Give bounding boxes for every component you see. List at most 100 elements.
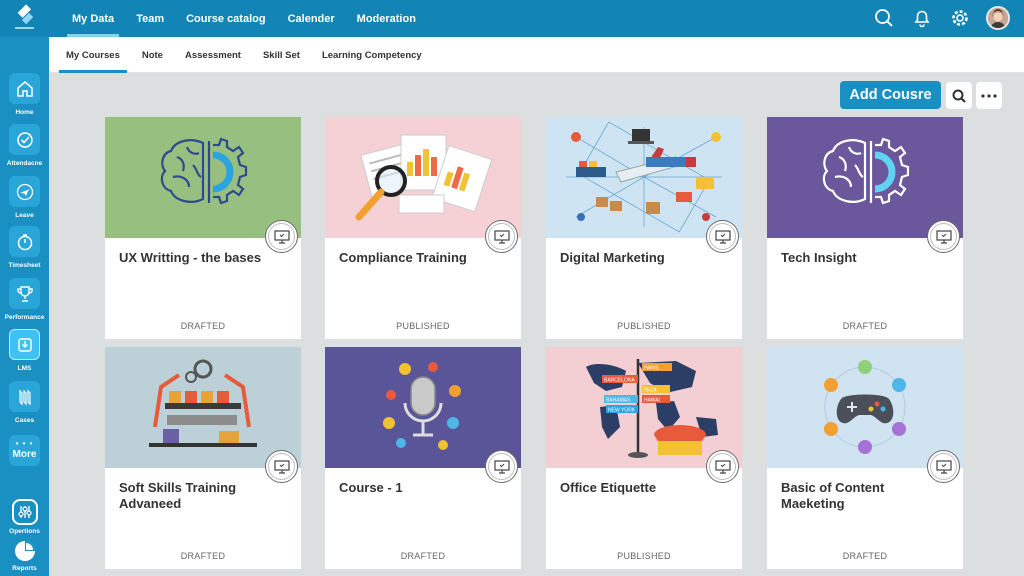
course-card[interactable]: Digital Marketing PUBLISHED [546,117,742,339]
signpost-bahamas: BAHAMAS [606,398,631,404]
topnav-my-data[interactable]: My Data [61,0,125,37]
signpost-paris: PARIS [644,366,659,372]
course-card[interactable]: Soft Skills Training Advaneed DRAFTED [105,347,301,569]
tab-assessment[interactable]: Assessment [174,37,252,73]
course-status: PUBLISHED [617,321,671,331]
more-options-button[interactable] [976,82,1002,109]
rail-item-cases[interactable]: Cases [0,381,49,424]
course-card[interactable]: PARIS BARCELONA IBIZA BAHAMAS HAWAI NEW … [546,347,742,569]
course-type-badge [706,220,739,253]
course-thumbnail [767,347,963,468]
course-type-badge [485,450,518,483]
left-rail: Home Attendacne Leave Timesheet Performa… [0,0,49,576]
timer-icon [9,226,40,257]
course-type-badge [485,220,518,253]
rail-item-lms[interactable]: LMS [0,329,49,372]
course-status: DRAFTED [842,551,888,561]
course-card[interactable]: Compliance Training PUBLISHED [325,117,521,339]
rail-item-attendance[interactable]: Attendacne [0,124,49,167]
topnav-course-catalog[interactable]: Course catalog [175,0,276,37]
trophy-icon [9,278,40,309]
course-type-badge [706,450,739,483]
tab-learning-competency[interactable]: Learning Competency [311,37,433,73]
top-icons [872,6,1010,30]
rail-item-timesheet[interactable]: Timesheet [0,226,49,269]
download-icon [9,329,40,360]
rail-item-operations[interactable]: Opertions [0,499,49,535]
course-card[interactable]: Basic of Content Maeketing DRAFTED [767,347,963,569]
course-card[interactable]: UX Writting - the bases DRAFTED [105,117,301,339]
monitor-icon [273,459,290,474]
rail-item-label: Cases [14,417,35,424]
monitor-icon [935,229,952,244]
app-logo[interactable] [0,0,49,37]
course-status: DRAFTED [180,321,226,331]
course-thumbnail: PARIS BARCELONA IBIZA BAHAMAS HAWAI NEW … [546,347,742,468]
course-title: Digital Marketing [560,250,665,265]
course-status: PUBLISHED [396,321,450,331]
bell-icon[interactable] [910,6,934,30]
brain-gear-illustration [822,137,910,205]
gear-icon[interactable] [948,6,972,30]
home-icon [9,73,40,104]
course-thumbnail [325,347,521,468]
brain-gear-illustration [160,137,248,205]
rail-item-performance[interactable]: Performance [0,278,49,321]
course-status: DRAFTED [400,551,446,561]
travel-illustration: PARIS BARCELONA IBIZA BAHAMAS HAWAI NEW … [586,359,718,458]
course-title: Course - 1 [339,480,403,495]
add-course-button[interactable]: Add Cousre [840,81,941,109]
course-card[interactable]: Tech Insight DRAFTED [767,117,963,339]
monitor-icon [493,459,510,474]
course-title: Compliance Training [339,250,467,265]
signpost-barcelona: BARCELONA [604,378,636,384]
topnav-calender[interactable]: Calender [277,0,346,37]
course-title: Soft Skills Training Advaneed [119,480,237,511]
rail-item-reports[interactable]: Reports [0,538,49,572]
rail-item-home[interactable]: Home [0,73,49,116]
clock-check-icon [9,124,40,155]
plane-icon [9,176,40,207]
documents-illustration [355,134,493,221]
search-icon[interactable] [872,6,896,30]
course-thumbnail [105,347,301,468]
course-type-badge [265,450,298,483]
factory-illustration [149,359,257,447]
course-thumbnail [325,117,521,238]
rail-item-label: Leave [15,212,34,219]
course-card[interactable]: Course - 1 DRAFTED [325,347,521,569]
pie-chart-icon [12,538,38,564]
rail-item-label: Performance [4,314,45,321]
avatar[interactable] [986,6,1010,30]
course-search-button[interactable] [946,82,972,109]
rail-item-label: Timesheet [8,262,41,269]
course-title: Basic of Content Maeketing [781,480,885,511]
logistics-illustration [566,121,722,233]
rail-item-label: LMS [17,365,32,372]
signpost-hawai: HAWAI [644,398,660,404]
rail-item-label: Opertions [9,528,40,535]
rail-more-button[interactable]: • • • More [9,435,40,466]
top-nav: My Data Team Course catalog Calender Mod… [61,0,427,37]
course-title: Office Etiquette [560,480,657,495]
top-bar: My Data Team Course catalog Calender Mod… [49,0,1024,37]
monitor-icon [273,229,290,244]
sliders-icon [11,499,38,525]
tab-note[interactable]: Note [131,37,174,73]
more-horizontal-icon [981,93,997,98]
course-status: DRAFTED [842,321,888,331]
course-type-badge [927,450,960,483]
topnav-team[interactable]: Team [125,0,175,37]
course-thumbnail [105,117,301,238]
gamepad-illustration [824,360,906,454]
signpost-ibiza: IBIZA [644,388,657,394]
sub-tabs: My Courses Note Assessment Skill Set Lea… [55,37,433,73]
tab-my-courses[interactable]: My Courses [55,37,131,73]
rail-item-label: Reports [12,565,37,572]
monitor-icon [935,459,952,474]
course-thumbnail [546,117,742,238]
rail-item-leave[interactable]: Leave [0,176,49,219]
topnav-moderation[interactable]: Moderation [346,0,427,37]
course-title: UX Writting - the bases [119,250,262,265]
tab-skill-set[interactable]: Skill Set [252,37,311,73]
